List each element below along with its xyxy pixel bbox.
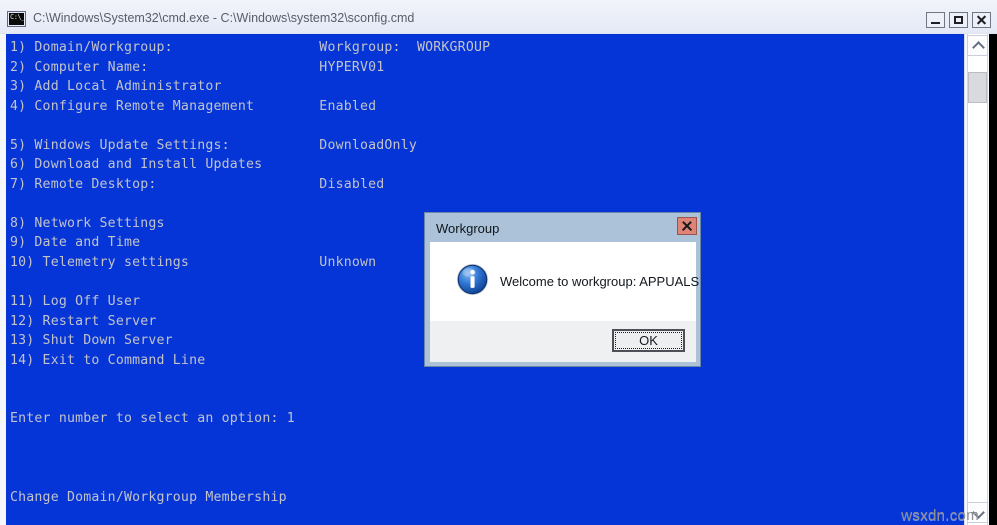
info-icon xyxy=(456,263,489,296)
window-right-edge xyxy=(989,34,997,525)
minimize-icon xyxy=(927,13,944,27)
scrollbar-track[interactable] xyxy=(967,34,988,525)
window-title: C:\Windows\System32\cmd.exe - C:\Windows… xyxy=(33,11,415,25)
cmd-console-icon xyxy=(7,11,26,27)
close-button[interactable] xyxy=(972,12,991,28)
maximize-button[interactable] xyxy=(949,12,968,28)
maximize-icon xyxy=(950,13,967,27)
dialog-title-bar[interactable]: Workgroup xyxy=(429,216,698,242)
window-title-bar[interactable]: C:\Windows\System32\cmd.exe - C:\Windows… xyxy=(0,0,997,34)
console-output: 1) Domain/Workgroup: Workgroup: WORKGROU… xyxy=(10,40,491,505)
dialog-message: Welcome to workgroup: APPUALS xyxy=(500,274,700,289)
minimize-button[interactable] xyxy=(926,12,945,28)
chevron-down-icon xyxy=(972,506,985,519)
dialog-close-button[interactable] xyxy=(677,217,697,235)
workgroup-dialog: Workgroup Welcome to workgroup: APPUALS … xyxy=(424,212,701,367)
dialog-title: Workgroup xyxy=(436,221,500,236)
chevron-up-icon xyxy=(972,41,985,54)
ok-button-label: OK xyxy=(639,333,658,348)
scroll-up-arrow-button[interactable] xyxy=(967,35,988,56)
dialog-footer: OK xyxy=(430,321,696,362)
scrollbar-thumb[interactable] xyxy=(968,72,987,103)
scroll-down-arrow-button[interactable] xyxy=(967,502,988,523)
vertical-scrollbar[interactable] xyxy=(964,34,997,525)
cmd-window: C:\Windows\System32\cmd.exe - C:\Windows… xyxy=(0,0,997,525)
ok-button[interactable]: OK xyxy=(612,329,685,352)
close-icon xyxy=(973,13,990,27)
dialog-body: Welcome to workgroup: APPUALS xyxy=(430,242,700,321)
